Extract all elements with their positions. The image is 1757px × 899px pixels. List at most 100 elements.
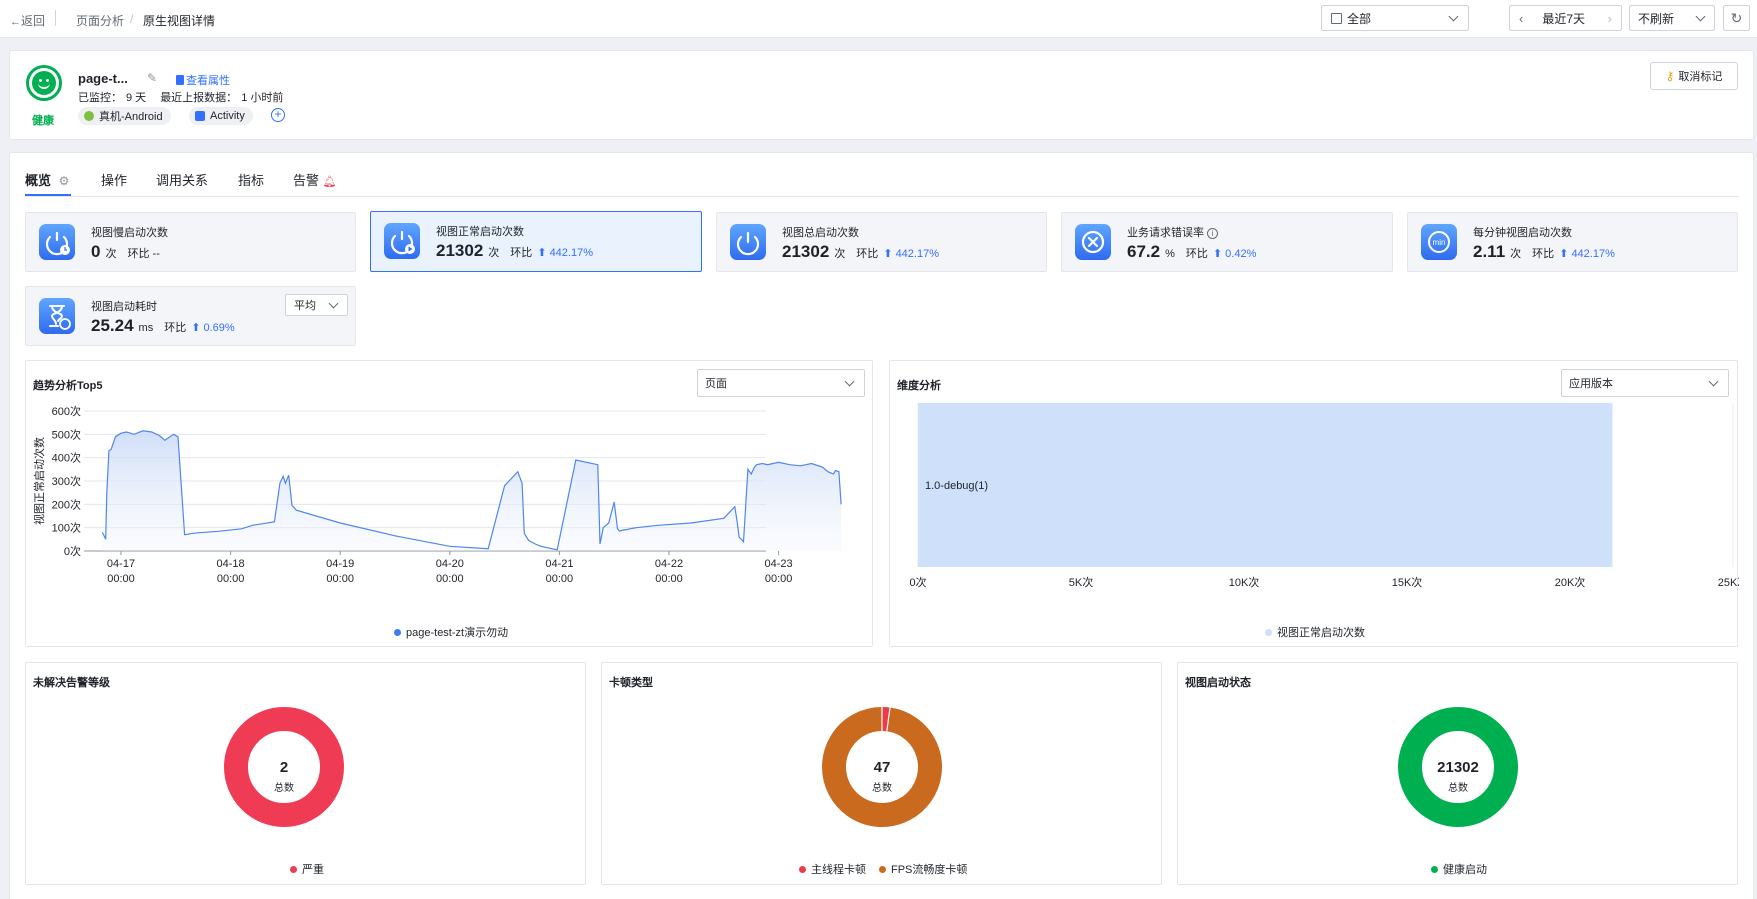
x-tick-label: 00:00 (765, 573, 793, 585)
aggregation-select[interactable]: 平均 (285, 294, 348, 316)
metric-normal-start[interactable]: 视图正常启动次数 21302 次环比 ⬆ 442.17% (370, 211, 702, 272)
error-circle-icon (1075, 224, 1111, 260)
bell-icon: 🔔︎ (322, 176, 337, 188)
bar (918, 403, 1613, 567)
x-tick-label: 20K次 (1555, 575, 1586, 589)
y-axis-label: 视图正常启动次数 (32, 437, 46, 525)
metric-error-rate[interactable]: 业务请求错误率 i 67.2% 环比 ⬆ 0.42% (1061, 212, 1393, 272)
x-tick-label: 04-20 (436, 558, 464, 570)
x-tick-label: 00:00 (546, 573, 574, 585)
chevron-down-icon (1448, 11, 1459, 22)
health-face-icon (26, 65, 62, 101)
jank-type-legend[interactable]: 主线程卡顿 FPS流畅度卡顿 (799, 861, 967, 877)
y-tick-label: 100次 (52, 521, 81, 535)
breadcrumb-current: 原生视图详情 (143, 14, 216, 28)
chevron-left-icon[interactable]: ‹ (1519, 11, 1523, 26)
trend-chart: 0次 100次 200次 300次 400次 500次 600次视图正常启动次数 04-17 0… (32, 404, 842, 585)
y-tick-label: 400次 (52, 451, 81, 465)
breadcrumb-page-analysis[interactable]: 页面分析 (76, 12, 124, 29)
series-area (102, 430, 842, 551)
dimension-chart: 0次 5K次 10K次 15K次 20K次 25K次 1.0-debug(1) (909, 403, 1739, 589)
trend-panel: 趋势分析Top5 页面 0次 100次 200次 300次 400次 500次 600次 视图… (25, 360, 873, 647)
top-bar: ←返回 页面分析 / 原生视图详情 全部 ‹ 最近7天 › 不刷新 ↻ (0, 0, 1757, 38)
key-icon: ⚷ (1665, 69, 1675, 83)
legend-dot (1431, 865, 1438, 873)
donut-total: 47 (873, 759, 891, 776)
edit-pencil-icon[interactable]: ✎ (147, 71, 157, 85)
x-tick-label: 04-19 (326, 558, 354, 570)
tab-alerts[interactable]: 告警 🔔︎ (293, 170, 337, 189)
metric-slow-start[interactable]: 视图慢启动次数 0 次环比 -- (25, 212, 356, 272)
hourglass-icon (39, 298, 75, 334)
view-name: page-t... (78, 71, 128, 86)
back-link[interactable]: ←返回 (10, 12, 45, 29)
android-icon (84, 111, 94, 121)
x-tick-label: 0次 (909, 575, 926, 589)
view-header-card: 健康 page-t... ✎ 查看属性 已监控： 9 天 最近上报数据： 1 小… (9, 50, 1754, 140)
x-tick-label: 04-22 (655, 558, 683, 570)
gear-icon[interactable]: ⚙ (59, 174, 70, 188)
dimension-panel: 维度分析 应用版本 0次5K次10K次15K次20K次25K次1.0-debug… (889, 360, 1739, 647)
alert-level-legend[interactable]: 严重 (290, 861, 324, 877)
tab-metrics[interactable]: 指标 (238, 170, 264, 189)
donut-total-label: 总数 (872, 783, 892, 794)
chevron-down-icon (328, 298, 339, 309)
tab-overview[interactable]: 概览 ⚙ (25, 170, 69, 189)
tag-device: 真机-Android (78, 107, 171, 125)
tab-call-relations[interactable]: 调用关系 (156, 170, 208, 189)
add-tag-icon[interactable]: + (271, 108, 285, 122)
info-icon[interactable]: i (1207, 228, 1219, 239)
start-status-panel: 视图启动状态 21302 总数 健康启动 (1177, 662, 1738, 885)
start-status-legend[interactable]: 健康启动 (1431, 861, 1487, 877)
legend-dot (1265, 628, 1272, 636)
app-select[interactable]: 全部 (1321, 5, 1469, 31)
metric-start-duration[interactable]: 视图启动耗时 25.24 ms 环比 ⬆ 0.69% 平均 (25, 286, 356, 346)
y-tick-label: 0次 (64, 544, 81, 558)
x-tick-label: 00:00 (107, 573, 135, 585)
alert-level-panel: 未解决告警等级 2 总数 严重 (25, 662, 586, 885)
breadcrumb-separator: / (130, 12, 134, 26)
normal-start-icon (384, 223, 420, 259)
legend-dot (290, 865, 297, 873)
donut-total: 21302 (1437, 759, 1479, 776)
slow-start-icon (39, 224, 75, 260)
per-minute-icon: min (1421, 224, 1457, 260)
x-tick-label: 04-21 (545, 558, 573, 570)
legend-dot (799, 865, 806, 873)
x-tick-label: 25K次 (1718, 575, 1739, 589)
refresh-icon: ↻ (1730, 9, 1743, 26)
legend-dot (394, 628, 401, 636)
y-tick-label: 500次 (52, 427, 81, 441)
donut-total: 2 (279, 759, 289, 776)
view-attributes-link[interactable]: 查看属性 (176, 72, 230, 88)
x-tick-label: 04-17 (107, 558, 135, 570)
y-tick-label: 300次 (52, 474, 81, 488)
document-icon (176, 75, 184, 85)
bar-category-label: 1.0-debug(1) (925, 480, 988, 492)
divider (55, 10, 56, 26)
x-tick-label: 00:00 (655, 573, 683, 585)
y-tick-label: 600次 (52, 404, 81, 418)
unmark-button[interactable]: ⚷ 取消标记 (1650, 62, 1738, 90)
chevron-right-icon[interactable]: › (1608, 11, 1612, 26)
jank-type-panel: 卡顿类型 47 总数 主线程卡顿 FPS流畅度卡顿 (601, 662, 1162, 885)
power-icon (730, 224, 766, 260)
refresh-button[interactable]: ↻ (1723, 5, 1750, 31)
metric-total-start[interactable]: 视图总启动次数 21302 次环比 ⬆ 442.17% (716, 212, 1047, 272)
legend-dot (879, 865, 886, 873)
x-tick-label: 00:00 (436, 573, 464, 585)
x-tick-label: 04-23 (765, 558, 793, 570)
x-tick-label: 04-18 (217, 558, 245, 570)
svg-text:min: min (1433, 238, 1446, 247)
time-range-picker[interactable]: ‹ 最近7天 › (1509, 5, 1622, 31)
refresh-select[interactable]: 不刷新 (1629, 5, 1715, 31)
x-tick-label: 00:00 (326, 573, 354, 585)
dimension-legend[interactable]: 视图正常启动次数 (1265, 624, 1365, 640)
metric-per-minute[interactable]: min 每分钟视图启动次数 2.11 次环比 ⬆ 442.17% (1407, 212, 1738, 272)
x-tick-label: 00:00 (217, 573, 245, 585)
x-tick-label: 5K次 (1069, 575, 1093, 589)
trend-legend[interactable]: page-test-zt演示勿动 (394, 624, 508, 640)
tab-operations[interactable]: 操作 (101, 170, 127, 189)
activity-icon (195, 111, 205, 121)
monitor-info: 已监控： 9 天 最近上报数据： 1 小时前 (78, 92, 284, 104)
